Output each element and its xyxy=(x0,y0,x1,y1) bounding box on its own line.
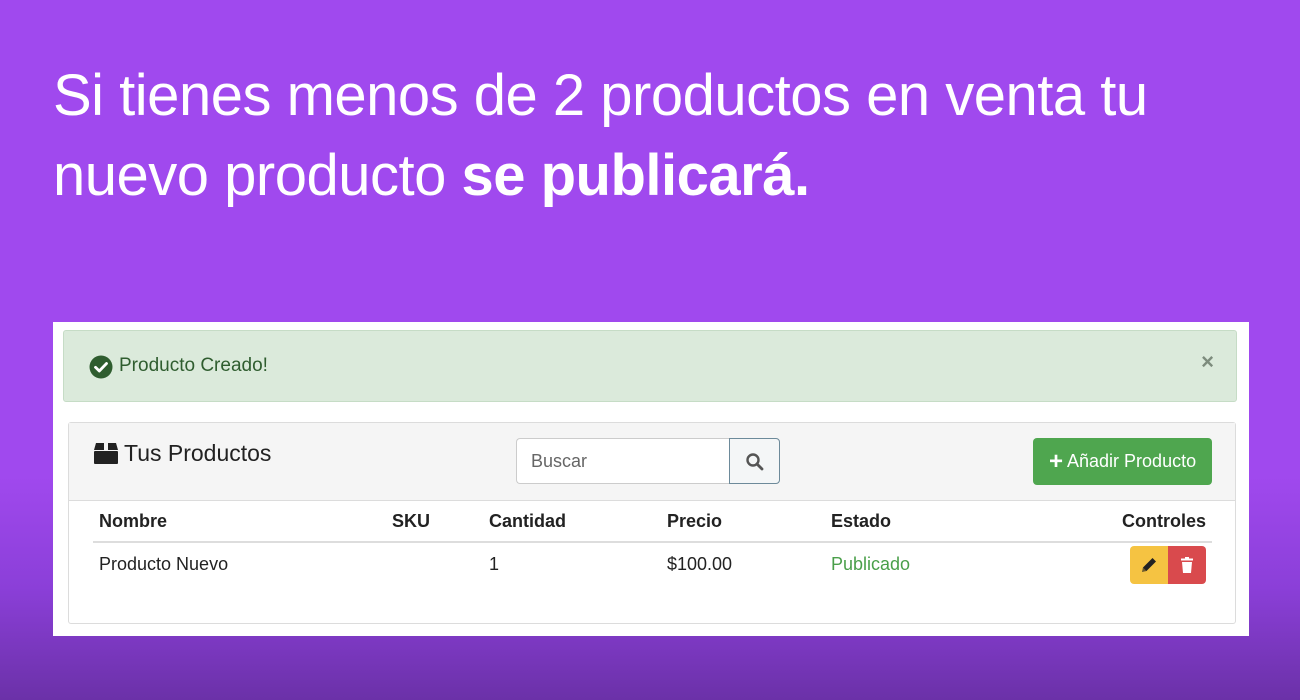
column-header-precio[interactable]: Precio xyxy=(661,501,825,543)
table-row: Producto Nuevo 1 $100.00 Publicado xyxy=(93,542,1212,586)
headline: Si tienes menos de 2 productos en venta … xyxy=(53,56,1253,216)
column-header-estado[interactable]: Estado xyxy=(825,501,1037,543)
check-circle-icon xyxy=(89,355,113,379)
products-panel: Tus Productos +Añadir Producto Nombre SK… xyxy=(68,422,1236,624)
panel-title: Tus Productos xyxy=(124,440,272,466)
column-header-cantidad[interactable]: Cantidad xyxy=(483,501,661,543)
edit-button[interactable] xyxy=(1130,545,1168,584)
headline-emphasis: se publicará. xyxy=(461,143,810,208)
trash-icon xyxy=(1181,556,1193,573)
delete-button[interactable] xyxy=(1168,545,1206,584)
column-header-nombre[interactable]: Nombre xyxy=(93,501,386,543)
search-button[interactable] xyxy=(729,438,780,484)
search-input[interactable] xyxy=(516,438,729,484)
success-alert: Producto Creado! × xyxy=(63,330,1237,402)
alert-message: Producto Creado! xyxy=(119,355,268,376)
table-header-row: Nombre SKU Cantidad Precio Estado Contro… xyxy=(93,501,1212,543)
add-product-label: Añadir Producto xyxy=(1067,451,1197,471)
cell-precio: $100.00 xyxy=(667,554,733,574)
cell-cantidad: 1 xyxy=(489,554,500,574)
close-icon[interactable]: × xyxy=(1201,349,1214,375)
add-product-button[interactable]: + Añadir Producto xyxy=(1033,438,1212,485)
row-controls xyxy=(1130,545,1206,584)
panel-header: Tus Productos +Añadir Producto xyxy=(69,423,1235,501)
plus-icon: + xyxy=(1049,448,1064,475)
cell-nombre: Producto Nuevo xyxy=(99,554,229,574)
cell-sku xyxy=(386,542,483,586)
products-table: Nombre SKU Cantidad Precio Estado Contro… xyxy=(93,501,1212,586)
cell-controles xyxy=(1037,542,1212,586)
box-icon xyxy=(94,443,118,464)
cell-estado: Publicado xyxy=(831,554,911,574)
pencil-icon xyxy=(1142,557,1156,572)
app-screenshot: Producto Creado! × Tus Productos +Añadir… xyxy=(53,322,1249,636)
column-header-controles: Controles xyxy=(1037,501,1212,543)
search-icon xyxy=(746,453,764,471)
column-header-sku[interactable]: SKU xyxy=(386,501,483,543)
